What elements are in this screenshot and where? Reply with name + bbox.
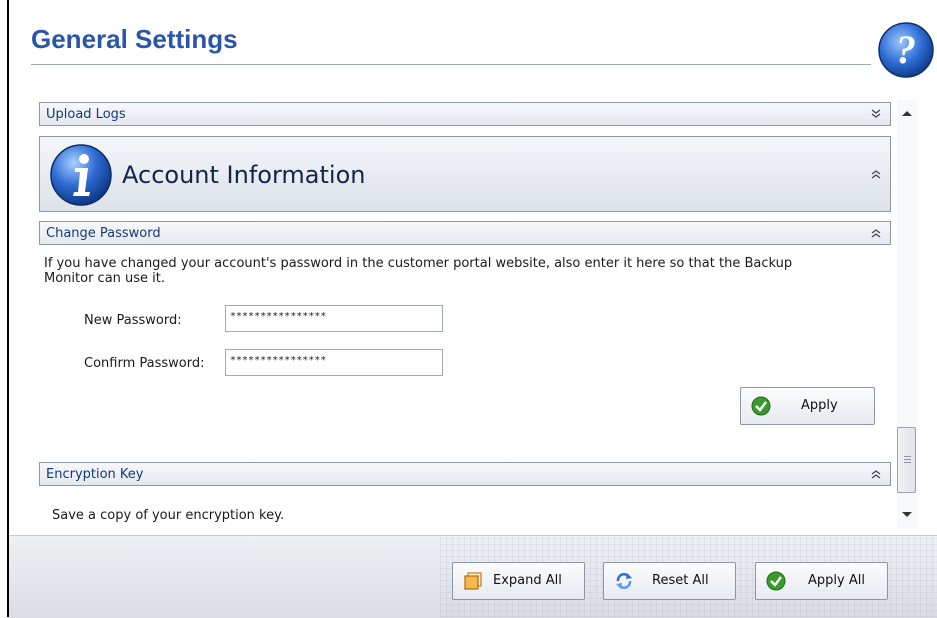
chevron-down-double-icon[interactable]: [870, 108, 882, 120]
section-header-change-password[interactable]: Change Password: [39, 221, 891, 245]
help-icon[interactable]: ?: [876, 20, 936, 80]
svg-text:?: ?: [896, 27, 916, 72]
expand-icon: [464, 572, 482, 590]
section-header-encryption-key[interactable]: Encryption Key: [39, 462, 891, 486]
expand-all-button[interactable]: Expand All: [452, 562, 585, 600]
scroll-down-arrow-icon[interactable]: [900, 510, 914, 520]
apply-button[interactable]: Apply: [740, 387, 875, 425]
chevron-up-double-icon[interactable]: [870, 227, 882, 239]
confirm-password-label: Confirm Password:: [84, 356, 205, 371]
checkmark-icon: [751, 396, 771, 416]
thumb-grip: [904, 462, 911, 463]
section-header-account-information[interactable]: Account Information: [39, 136, 891, 212]
section-label-upload-logs: Upload Logs: [46, 107, 126, 122]
chevron-up-double-icon[interactable]: [870, 168, 882, 180]
title-divider: [31, 64, 871, 65]
thumb-grip: [904, 459, 911, 460]
page-title: General Settings: [31, 24, 238, 54]
encryption-key-description: Save a copy of your encryption key.: [52, 508, 285, 523]
scroll-up-arrow-icon[interactable]: [900, 108, 914, 118]
section-header-upload-logs[interactable]: Upload Logs: [39, 102, 891, 126]
apply-all-button[interactable]: Apply All: [755, 562, 888, 600]
apply-button-label: Apply: [801, 398, 838, 413]
new-password-label: New Password:: [84, 313, 182, 328]
description-line: Monitor can use it.: [44, 271, 166, 286]
change-password-description: If you have changed your account's passw…: [44, 256, 864, 286]
section-label-encryption-key: Encryption Key: [46, 467, 144, 482]
new-password-field[interactable]: ****************: [225, 305, 443, 332]
checkmark-icon: [766, 571, 786, 591]
section-label-change-password: Change Password: [46, 226, 161, 241]
reset-all-button[interactable]: Reset All: [603, 562, 736, 600]
window-border: [7, 0, 9, 617]
confirm-password-field[interactable]: ****************: [225, 349, 443, 376]
apply-all-label: Apply All: [808, 573, 865, 588]
expand-all-label: Expand All: [493, 573, 562, 588]
chevron-up-double-icon[interactable]: [870, 468, 882, 480]
section-label-account-information: Account Information: [122, 161, 366, 189]
reset-icon: [616, 573, 632, 589]
thumb-grip: [904, 456, 911, 457]
description-line: If you have changed your account's passw…: [44, 256, 793, 271]
reset-all-label: Reset All: [652, 573, 709, 588]
info-icon: [50, 144, 112, 206]
scrollbar-thumb[interactable]: [897, 427, 916, 493]
